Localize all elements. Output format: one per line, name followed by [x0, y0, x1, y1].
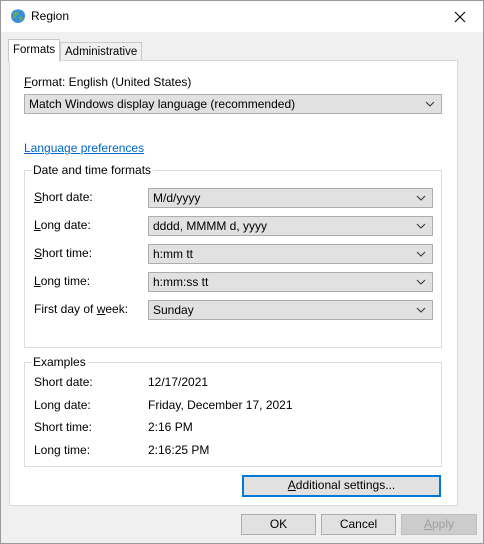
example-long-time-label: Long time: — [34, 443, 91, 457]
example-long-date-value: Friday, December 17, 2021 — [148, 398, 293, 412]
short-date-access-key: S — [34, 190, 43, 204]
short-time-value: h:mm tt — [153, 247, 194, 261]
tab-formats[interactable]: Formats — [8, 39, 61, 62]
short-date-value: M/d/yyyy — [153, 191, 201, 205]
first-day-of-week-label: First day of week: — [34, 302, 128, 316]
short-date-select[interactable]: M/d/yyyy — [148, 188, 433, 208]
chevron-down-icon — [425, 101, 435, 107]
long-time-label: Long time: — [34, 274, 90, 288]
long-time-value: h:mm:ss tt — [153, 275, 209, 289]
cancel-button[interactable]: Cancel — [321, 514, 396, 535]
short-time-label-text: hort time: — [42, 246, 93, 260]
chevron-down-icon — [416, 307, 426, 313]
ok-button[interactable]: OK — [241, 514, 316, 535]
apply-button[interactable]: Apply — [401, 514, 477, 535]
long-date-select[interactable]: dddd, MMMM d, yyyy — [148, 216, 433, 236]
short-time-access-key: S — [34, 246, 43, 260]
tab-administrative[interactable]: Administrative — [60, 42, 143, 62]
example-long-time-value: 2:16:25 PM — [148, 443, 210, 457]
example-short-time-label: Short time: — [34, 420, 93, 434]
chevron-down-icon — [416, 223, 426, 229]
apply-access-key: A — [423, 517, 432, 531]
date-time-formats-title: Date and time formats — [31, 163, 154, 177]
tab-administrative-label: Administrative — [65, 46, 138, 58]
close-button[interactable] — [437, 1, 483, 32]
short-time-select[interactable]: h:mm tt — [148, 244, 433, 264]
long-time-label-text: ong time: — [40, 274, 91, 288]
long-date-value: dddd, MMMM d, yyyy — [153, 219, 268, 233]
title-bar: Region — [1, 1, 483, 32]
format-label-text: ormat: English (United States) — [31, 75, 192, 89]
format-select-value: Match Windows display language (recommen… — [29, 97, 296, 111]
example-short-date-label: Short date: — [34, 375, 93, 389]
chevron-down-icon — [416, 251, 426, 257]
window-title: Region — [31, 9, 70, 23]
language-preferences-link[interactable]: Language preferences — [24, 141, 144, 155]
additional-settings-button[interactable]: Additional settings... — [242, 475, 441, 497]
globe-icon — [11, 8, 25, 23]
long-time-select[interactable]: h:mm:ss tt — [148, 272, 433, 292]
example-short-time-value: 2:16 PM — [148, 420, 193, 434]
close-icon — [454, 11, 466, 22]
additional-settings-access-key: A — [287, 478, 296, 492]
region-dialog: Region Formats Administrative Format: En… — [0, 0, 484, 544]
short-time-label: Short time: — [34, 246, 92, 260]
format-label: Format: English (United States) — [24, 75, 191, 89]
long-time-access-key: L — [34, 274, 41, 288]
short-date-label-text: hort date: — [42, 190, 93, 204]
long-date-label: Long date: — [34, 218, 91, 232]
formats-panel: Format: English (United States) Match Wi… — [9, 60, 458, 506]
short-date-label: Short date: — [34, 190, 93, 204]
first-day-label-rest: eek: — [105, 302, 129, 316]
example-long-date-label: Long date: — [34, 398, 91, 412]
tab-formats-label: Formats — [13, 44, 56, 56]
format-select[interactable]: Match Windows display language (recommen… — [24, 94, 442, 114]
examples-title: Examples — [31, 355, 88, 369]
example-short-date-value: 12/17/2021 — [148, 375, 209, 389]
first-day-value: Sunday — [153, 303, 194, 317]
chevron-down-icon — [416, 279, 426, 285]
date-time-formats-group: Date and time formats Short date: M/d/yy… — [24, 163, 442, 348]
examples-group: Examples Short date: 12/17/2021 Long dat… — [24, 355, 442, 467]
apply-label: pply — [432, 517, 455, 531]
long-date-access-key: L — [34, 218, 41, 232]
long-date-label-text: ong date: — [40, 218, 91, 232]
first-day-of-week-select[interactable]: Sunday — [148, 300, 433, 320]
additional-settings-label: dditional settings... — [295, 478, 396, 492]
chevron-down-icon — [416, 195, 426, 201]
first-day-label-pre: First day of — [34, 302, 97, 316]
